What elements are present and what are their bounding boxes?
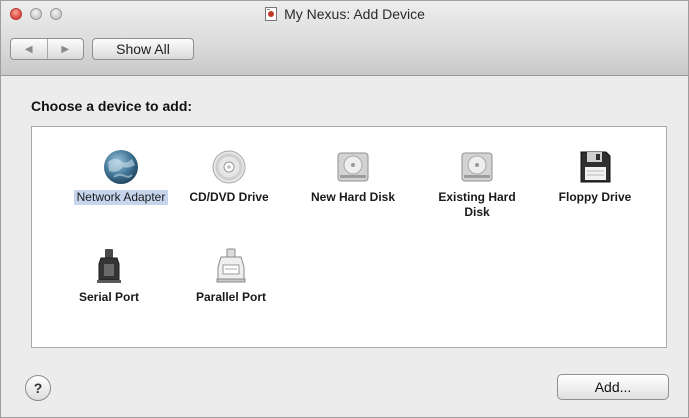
choose-device-heading: Choose a device to add: [31, 98, 193, 114]
add-button[interactable]: Add... [557, 374, 669, 400]
device-label: Existing Hard Disk [438, 190, 516, 219]
hard-disk-icon [333, 147, 373, 187]
device-label: Parallel Port [195, 290, 267, 304]
back-button[interactable]: ◀ [11, 39, 47, 59]
floppy-disk-icon [575, 147, 615, 187]
device-floppy-drive[interactable]: Floppy Drive [533, 147, 657, 206]
hard-disk-icon [457, 147, 497, 187]
show-all-button[interactable]: Show All [92, 38, 194, 60]
device-existing-hard-disk[interactable]: Existing Hard Disk [415, 147, 539, 221]
window-title-area: My Nexus: Add Device [1, 6, 688, 22]
back-forward-control: ◀ ▶ [10, 38, 84, 60]
device-network-adapter[interactable]: Network Adapter [59, 147, 183, 206]
parallel-port-icon [211, 247, 251, 287]
device-serial-port[interactable]: Serial Port [47, 247, 171, 306]
serial-port-icon [89, 247, 129, 287]
device-label: CD/DVD Drive [189, 190, 269, 204]
forward-button[interactable]: ▶ [46, 39, 84, 59]
device-label: New Hard Disk [310, 190, 396, 204]
device-new-hard-disk[interactable]: New Hard Disk [291, 147, 415, 206]
add-device-window: My Nexus: Add Device ◀ ▶ Show All Choose… [0, 0, 689, 418]
device-cd-dvd-drive[interactable]: CD/DVD Drive [167, 147, 291, 206]
device-parallel-port[interactable]: Parallel Port [169, 247, 293, 306]
title-bar: My Nexus: Add Device ◀ ▶ Show All [1, 1, 688, 76]
document-icon [264, 7, 278, 21]
globe-icon [101, 147, 141, 187]
device-label: Network Adapter [73, 190, 169, 205]
window-title: My Nexus: Add Device [284, 6, 425, 22]
device-list: Network Adapter CD/DVD Drive New Hard Di… [31, 126, 667, 348]
disc-icon [209, 147, 249, 187]
device-label: Floppy Drive [558, 190, 632, 204]
help-button[interactable]: ? [25, 375, 51, 401]
device-label: Serial Port [78, 290, 140, 304]
